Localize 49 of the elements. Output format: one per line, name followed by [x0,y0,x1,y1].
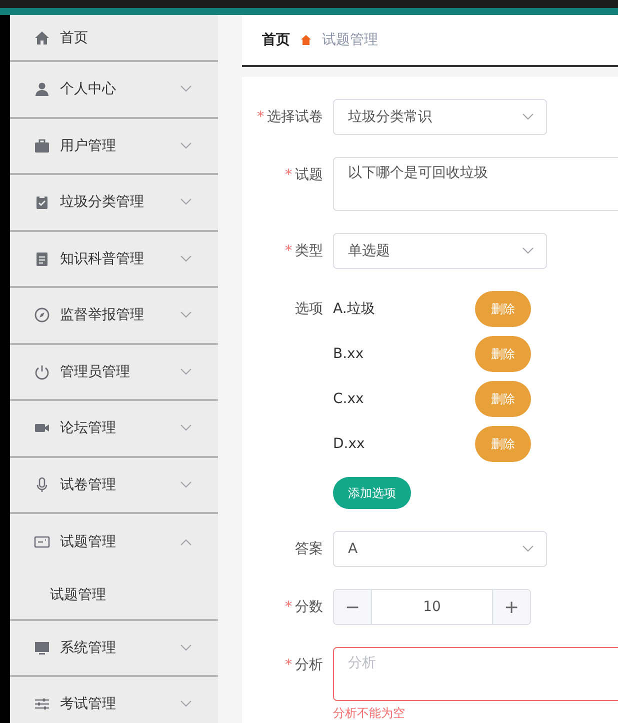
chevron-icon [180,311,192,320]
number-value[interactable]: 10 [371,590,493,624]
option-text: C.xx [333,391,365,407]
clipboard-icon [34,194,50,210]
chevron-icon [180,480,192,489]
chevron-icon [180,368,192,376]
select-field[interactable]: A [333,531,547,567]
field-label: * 选择试卷 [256,108,324,127]
chevron-icon [180,700,192,708]
chevron-icon [180,538,192,546]
chevron-icon [180,424,192,432]
breadcrumb-current: 试题管理 [322,31,378,49]
field-label: * 类型 [284,242,324,261]
error-message: 分析不能为空 [333,705,406,722]
home-icon [34,30,50,46]
chevron-icon [180,644,192,652]
increment-button[interactable]: + [493,590,530,624]
sliders-icon [34,696,50,712]
field-label: * 分数 [284,598,324,617]
sidebar-item[interactable]: 试题管理 [10,514,218,570]
compass-icon [34,307,50,324]
option-text: A.垃圾 [333,300,376,318]
microphone-icon [34,476,50,493]
breadcrumb-link[interactable]: 首页 [262,31,290,49]
power-icon [34,364,50,380]
field-label: * 分析 [284,656,324,675]
monitor-icon [34,640,50,656]
card-icon [34,534,50,550]
chevron-icon [522,545,534,553]
chevron-icon [522,247,534,255]
briefcase-icon [34,138,50,154]
text-area[interactable]: 以下哪个是可回收垃圾 [333,157,618,211]
chevron-icon [180,142,192,150]
home-icon [300,34,312,46]
select-field[interactable]: 单选题 [333,233,547,269]
decrement-button[interactable]: − [334,590,371,624]
field-label: 答案 [294,540,324,559]
chevron-icon [180,198,192,206]
select-field[interactable]: 垃圾分类常识 [333,99,547,135]
chevron-icon [522,113,534,121]
field-label: 选项 [294,300,324,319]
document-icon [34,250,50,267]
chevron-icon [180,254,192,263]
chevron-icon [180,85,192,94]
option-text: D.xx [333,436,366,452]
user-icon [34,81,50,98]
number-input[interactable]: − 10 + [333,589,531,625]
field-label: * 试题 [284,166,324,185]
option-text: B.xx [333,346,365,362]
